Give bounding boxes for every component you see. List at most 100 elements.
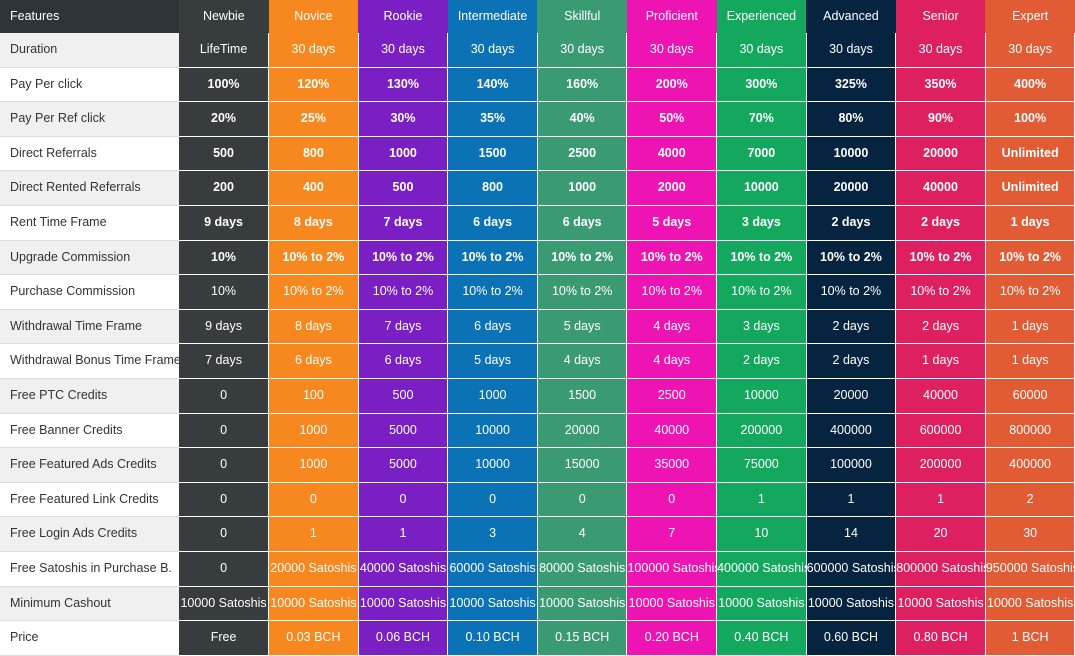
cell-advanced: 10% to 2% (806, 274, 897, 310)
column-header-advanced[interactable]: Advanced (806, 0, 896, 33)
cell-intermediate: 35% (447, 101, 538, 137)
cell-novice: 10% to 2% (268, 274, 359, 310)
cell-rookie: 500 (358, 378, 449, 414)
cell-experienced: 30 days (716, 33, 807, 68)
cell-intermediate: 10000 Satoshis (447, 586, 538, 622)
cell-newbie: 200 (179, 170, 270, 206)
cell-rookie: 10% to 2% (358, 240, 449, 276)
cell-advanced: 10000 (806, 136, 897, 172)
cell-senior: 20 (895, 516, 986, 552)
cell-newbie: 100% (179, 67, 270, 103)
cell-proficient: 7 (626, 516, 718, 552)
cell-skillful: 30 days (537, 33, 628, 68)
feature-label: Direct Referrals (0, 136, 179, 172)
column-header-intermediate[interactable]: Intermediate (447, 0, 538, 33)
cell-expert: 10000 Satoshis (985, 586, 1075, 622)
cell-experienced: 10% to 2% (716, 274, 807, 310)
cell-advanced: 20000 (806, 378, 897, 414)
cell-novice: 120% (268, 67, 359, 103)
cell-advanced: 600000 Satoshis (806, 551, 897, 587)
cell-experienced: 10 (716, 516, 807, 552)
cell-proficient: 2000 (626, 170, 718, 206)
cell-proficient: 40000 (626, 413, 718, 449)
cell-novice: 0.03 BCH (268, 620, 359, 656)
cell-expert: 1 BCH (985, 620, 1075, 656)
cell-experienced: 200000 (716, 413, 807, 449)
cell-advanced: 80% (806, 101, 897, 137)
cell-proficient: 100000 Satoshis (626, 551, 718, 587)
column-header-expert[interactable]: Expert (985, 0, 1075, 33)
cell-newbie: Free (179, 620, 270, 656)
table-row: Duration LifeTime 30 days 30 days 30 days 30 … (0, 33, 1075, 68)
cell-experienced: 0.40 BCH (716, 620, 807, 656)
cell-novice: 1 (268, 516, 359, 552)
cell-skillful: 4 days (537, 343, 628, 379)
cell-experienced: 300% (716, 67, 807, 103)
feature-label: Pay Per click (0, 67, 179, 103)
cell-senior: 1 (895, 482, 986, 518)
column-header-newbie[interactable]: Newbie (179, 0, 269, 33)
cell-rookie: 0 (358, 482, 449, 518)
cell-advanced: 30 days (806, 33, 897, 68)
membership-comparison-table: Features Newbie Novice Rookie Intermediate Sk… (0, 0, 1075, 656)
cell-novice: 20000 Satoshis (268, 551, 359, 587)
cell-intermediate: 10000 (447, 413, 538, 449)
cell-newbie: 9 days (179, 205, 270, 241)
cell-experienced: 3 days (716, 205, 807, 241)
cell-newbie: 10000 Satoshis (179, 586, 270, 622)
feature-label: Free Banner Credits (0, 413, 179, 449)
cell-experienced: 10% to 2% (716, 240, 807, 276)
cell-proficient: 5 days (626, 205, 718, 241)
cell-newbie: 9 days (179, 309, 270, 345)
cell-expert: Unlimited (985, 136, 1075, 172)
cell-expert: 950000 Satoshis (985, 551, 1075, 587)
cell-novice: 10% to 2% (268, 240, 359, 276)
cell-newbie: 0 (179, 447, 270, 483)
cell-expert: 1 days (985, 205, 1075, 241)
cell-novice: 8 days (268, 309, 359, 345)
cell-senior: 40000 (895, 170, 986, 206)
cell-skillful: 15000 (537, 447, 628, 483)
column-header-proficient[interactable]: Proficient (626, 0, 717, 33)
cell-newbie: 0 (179, 378, 270, 414)
cell-senior: 350% (895, 67, 986, 103)
column-header-experienced[interactable]: Experienced (716, 0, 807, 33)
column-header-novice[interactable]: Novice (268, 0, 359, 33)
column-header-senior[interactable]: Senior (895, 0, 986, 33)
cell-senior: 30 days (895, 33, 986, 68)
cell-novice: 25% (268, 101, 359, 137)
cell-skillful: 80000 Satoshis (537, 551, 628, 587)
cell-rookie: 7 days (358, 205, 449, 241)
cell-newbie: 0 (179, 516, 270, 552)
cell-rookie: 5000 (358, 413, 449, 449)
cell-rookie: 1000 (358, 136, 449, 172)
table-row: Minimum Cashout 10000 Satoshis 10000 Satos… (0, 586, 1075, 622)
cell-proficient: 35000 (626, 447, 718, 483)
table-row: Pay Per Ref click 20% 25% 30% 35% 40% 50% 70% 80… (0, 101, 1075, 137)
cell-senior: 200000 (895, 447, 986, 483)
cell-intermediate: 60000 Satoshis (447, 551, 538, 587)
cell-novice: 1000 (268, 447, 359, 483)
column-header-skillful[interactable]: Skillful (537, 0, 627, 33)
cell-newbie: 7 days (179, 343, 270, 379)
cell-intermediate: 5 days (447, 343, 538, 379)
feature-label: Purchase Commission (0, 274, 179, 310)
cell-intermediate: 140% (447, 67, 538, 103)
cell-experienced: 7000 (716, 136, 807, 172)
column-header-rookie[interactable]: Rookie (358, 0, 448, 33)
cell-skillful: 160% (537, 67, 628, 103)
cell-newbie: 10% (179, 240, 270, 276)
table-row: Free PTC Credits 0 100 500 1000 1500 2500 10000… (0, 378, 1075, 414)
cell-proficient: 200% (626, 67, 718, 103)
cell-intermediate: 1000 (447, 378, 538, 414)
cell-rookie: 6 days (358, 343, 449, 379)
table-row: Direct Rented Referrals 200 400 500 800 1000 2… (0, 170, 1075, 206)
cell-newbie: LifeTime (179, 33, 270, 68)
cell-novice: 0 (268, 482, 359, 518)
cell-rookie: 0.06 BCH (358, 620, 449, 656)
cell-rookie: 40000 Satoshis (358, 551, 449, 587)
table-body: Duration LifeTime 30 days 30 days 30 days 30 … (0, 33, 1075, 656)
feature-label: Free Satoshis in Purchase B. (0, 551, 179, 587)
cell-expert: 400000 (985, 447, 1075, 483)
cell-intermediate: 10% to 2% (447, 274, 538, 310)
